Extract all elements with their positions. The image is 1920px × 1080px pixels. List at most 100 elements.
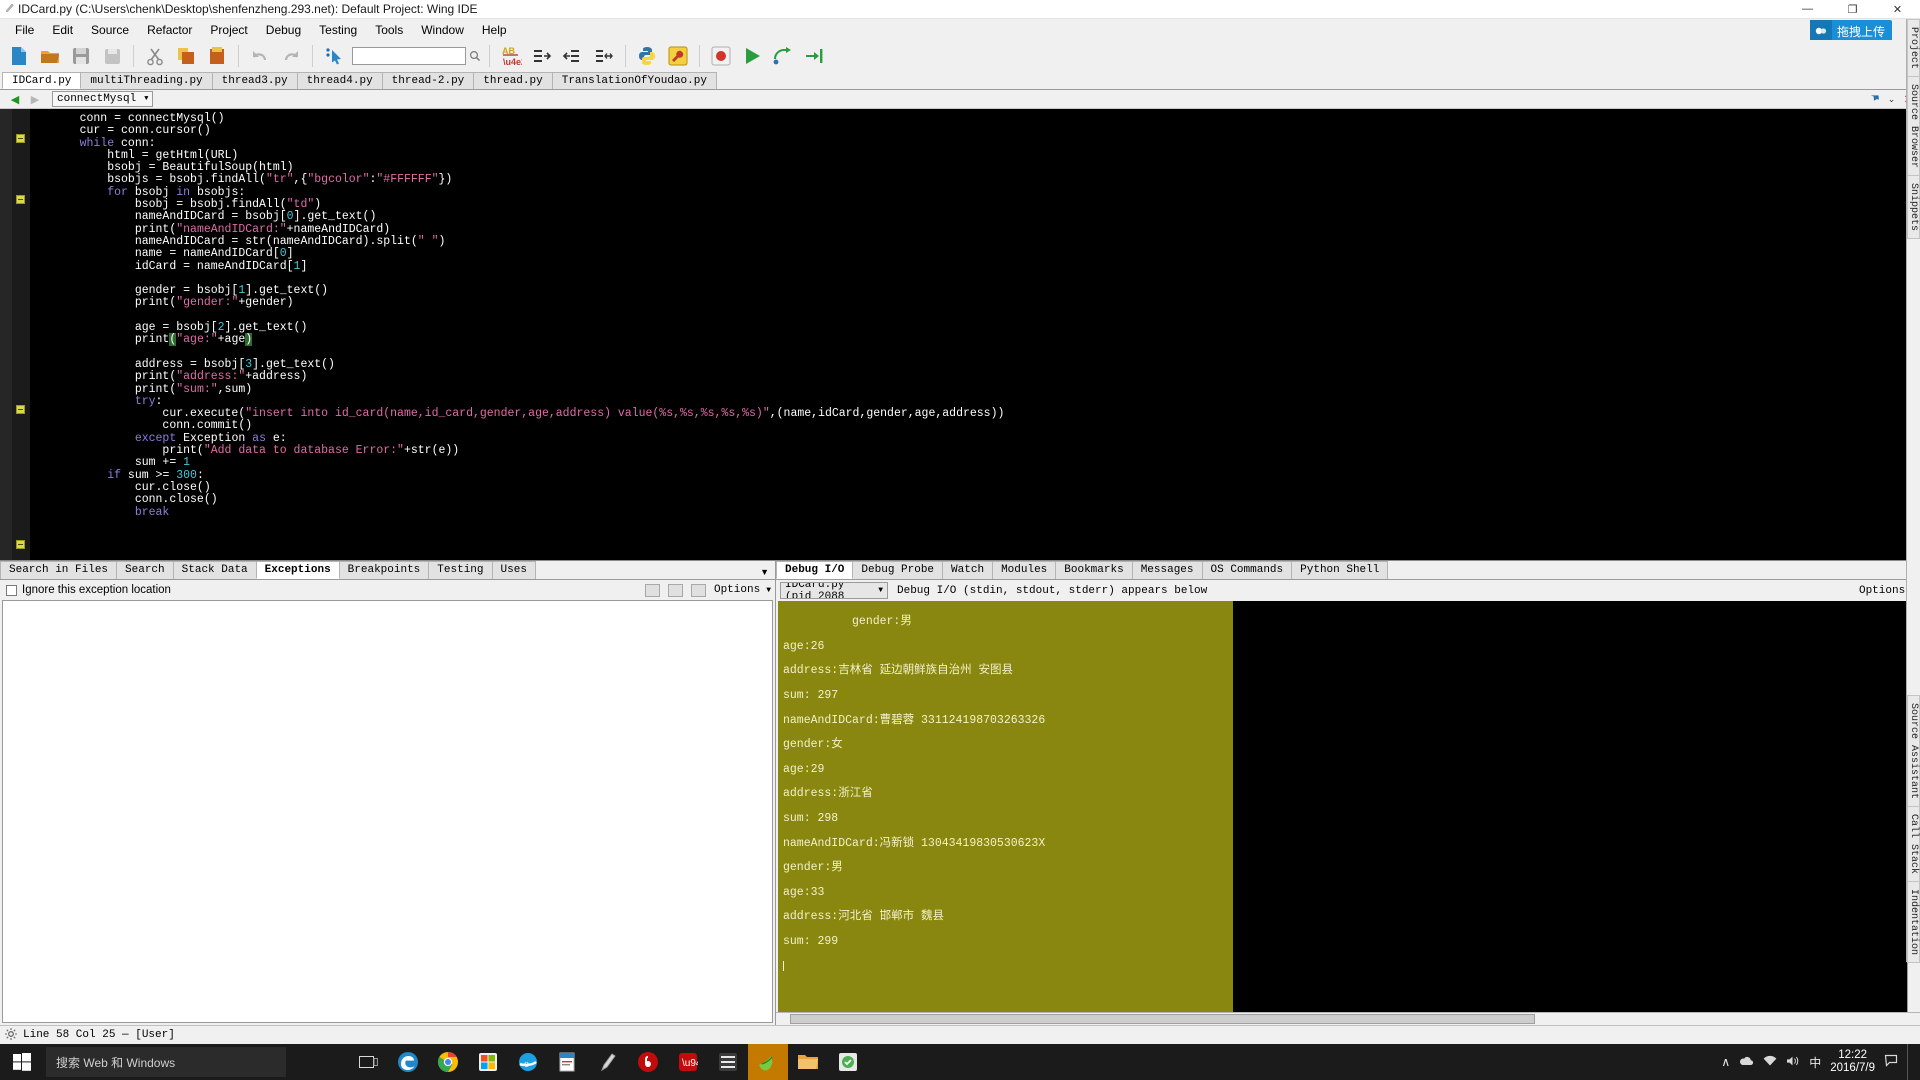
debug-wrench-icon[interactable] bbox=[663, 42, 693, 70]
tab-stack-data[interactable]: Stack Data bbox=[172, 561, 257, 579]
debug-io-output-text[interactable]: gender:男 age:26 address:吉林省 延边朝鲜族自治州 安图县… bbox=[778, 601, 1233, 1012]
close-button[interactable]: ✕ bbox=[1875, 0, 1920, 19]
tab-watch[interactable]: Watch bbox=[942, 561, 994, 579]
tab-messages[interactable]: Messages bbox=[1131, 561, 1203, 579]
maximize-button[interactable]: ❐ bbox=[1830, 0, 1875, 19]
undo-icon[interactable] bbox=[245, 42, 275, 70]
stop-record-icon[interactable] bbox=[706, 42, 736, 70]
debug-io-horizontal-scrollbar[interactable] bbox=[776, 1012, 1920, 1025]
source-code[interactable]: conn = connectMysql() cur = conn.cursor(… bbox=[30, 109, 1907, 519]
chrome-browser-icon[interactable] bbox=[428, 1044, 468, 1080]
vtab-call-stack[interactable]: Call Stack bbox=[1907, 805, 1920, 882]
taskbar-search-input[interactable]: 搜索 Web 和 Windows bbox=[46, 1047, 286, 1077]
wunderlist-icon[interactable] bbox=[708, 1044, 748, 1080]
indent-left-icon[interactable] bbox=[558, 42, 588, 70]
nav-forward-icon[interactable]: ▶ bbox=[25, 93, 45, 106]
fold-marker[interactable] bbox=[16, 405, 25, 414]
pin-icon[interactable] bbox=[1865, 90, 1882, 108]
save-file-icon[interactable] bbox=[66, 42, 96, 70]
wing-ide-icon[interactable] bbox=[748, 1044, 788, 1080]
menu-refactor[interactable]: Refactor bbox=[138, 21, 201, 39]
store-icon[interactable] bbox=[468, 1044, 508, 1080]
replace-ab-icon[interactable]: AB\u4e2d bbox=[496, 42, 526, 70]
debug-io-output[interactable]: gender:男 age:26 address:吉林省 延边朝鲜族自治州 安图县… bbox=[778, 601, 1920, 1012]
vtab-project[interactable]: Project bbox=[1907, 19, 1920, 78]
menu-file[interactable]: File bbox=[6, 21, 43, 39]
fold-marker[interactable] bbox=[16, 540, 25, 549]
fold-marker[interactable] bbox=[16, 134, 25, 143]
toolbar-search-input[interactable] bbox=[352, 47, 466, 65]
file-tab-idcard[interactable]: IDCard.py bbox=[2, 72, 82, 89]
tab-exceptions[interactable]: Exceptions bbox=[255, 561, 340, 579]
left-panel-collapse-icon[interactable]: ▼ bbox=[760, 567, 769, 577]
step-over-icon[interactable] bbox=[768, 42, 798, 70]
new-file-icon[interactable] bbox=[4, 42, 34, 70]
tab-uses[interactable]: Uses bbox=[491, 561, 536, 579]
menu-help[interactable]: Help bbox=[473, 21, 516, 39]
code-scroll-region[interactable]: conn = connectMysql() cur = conn.cursor(… bbox=[30, 109, 1907, 560]
run-play-icon[interactable] bbox=[737, 42, 767, 70]
vtab-snippets[interactable]: Snippets bbox=[1907, 175, 1920, 240]
menu-window[interactable]: Window bbox=[412, 21, 473, 39]
ie-browser-icon[interactable]: e bbox=[508, 1044, 548, 1080]
menu-tools[interactable]: Tools bbox=[366, 21, 412, 39]
search-magnifier-icon[interactable] bbox=[467, 45, 483, 67]
exceptions-options-button[interactable]: Options ▼ bbox=[714, 584, 771, 596]
cut-icon[interactable] bbox=[140, 42, 170, 70]
paste-icon[interactable] bbox=[202, 42, 232, 70]
select-pointer-icon[interactable] bbox=[319, 42, 349, 70]
tab-search-in-files[interactable]: Search in Files bbox=[0, 561, 118, 579]
fold-marker[interactable] bbox=[16, 195, 25, 204]
ignore-exception-checkbox[interactable] bbox=[6, 584, 17, 596]
menu-edit[interactable]: Edit bbox=[43, 21, 82, 39]
network-icon[interactable] bbox=[1763, 1055, 1777, 1070]
pdf-reader-icon[interactable] bbox=[548, 1044, 588, 1080]
tab-modules[interactable]: Modules bbox=[992, 561, 1057, 579]
file-tab-translationofyoudao[interactable]: TranslationOfYoudao.py bbox=[551, 72, 717, 89]
debug-io-hscroll-thumb[interactable] bbox=[790, 1014, 1535, 1024]
tab-python-shell[interactable]: Python Shell bbox=[1291, 561, 1389, 579]
volume-icon[interactable] bbox=[1786, 1055, 1800, 1070]
vtab-source-assistant[interactable]: Source Assistant bbox=[1907, 694, 1920, 807]
vtab-source-browser[interactable]: Source Browser bbox=[1907, 76, 1920, 177]
open-file-icon[interactable] bbox=[35, 42, 65, 70]
tray-expand-chevron-icon[interactable]: ∧ bbox=[1721, 1055, 1730, 1069]
symbol-selector-combo[interactable]: connectMysql ▼ bbox=[52, 91, 154, 107]
notification-icon[interactable] bbox=[1884, 1054, 1898, 1070]
edge-browser-icon[interactable] bbox=[388, 1044, 428, 1080]
python-run-icon[interactable] bbox=[632, 42, 662, 70]
tab-os-commands[interactable]: OS Commands bbox=[1201, 561, 1293, 579]
indent-right-icon[interactable] bbox=[527, 42, 557, 70]
toggle-indent-icon[interactable] bbox=[589, 42, 619, 70]
menu-source[interactable]: Source bbox=[82, 21, 138, 39]
ime-indicator[interactable]: 中 bbox=[1809, 1054, 1821, 1071]
tab-breakpoints[interactable]: Breakpoints bbox=[338, 561, 430, 579]
folder-explorer-icon[interactable] bbox=[788, 1044, 828, 1080]
tab-testing[interactable]: Testing bbox=[428, 561, 493, 579]
file-tab-thread-2[interactable]: thread-2.py bbox=[381, 72, 475, 89]
app-green-icon[interactable] bbox=[828, 1044, 868, 1080]
save-as-icon[interactable] bbox=[97, 42, 127, 70]
file-tab-multithreading[interactable]: multiThreading.py bbox=[80, 72, 213, 89]
layout-split-icon[interactable] bbox=[667, 583, 683, 597]
menu-testing[interactable]: Testing bbox=[310, 21, 366, 39]
tab-debug-probe[interactable]: Debug Probe bbox=[852, 561, 944, 579]
windows-logo-icon[interactable] bbox=[0, 1044, 44, 1080]
chevron-down-icon[interactable]: ⌄ bbox=[1888, 94, 1896, 105]
drag-upload-widget[interactable]: 拖拽上传 bbox=[1809, 20, 1892, 42]
nav-back-icon[interactable]: ◀ bbox=[5, 93, 25, 106]
tab-search[interactable]: Search bbox=[116, 561, 174, 579]
file-tab-thread3[interactable]: thread3.py bbox=[211, 72, 298, 89]
tab-debug-io[interactable]: Debug I/O bbox=[776, 561, 854, 579]
menu-debug[interactable]: Debug bbox=[257, 21, 310, 39]
onedrive-icon[interactable] bbox=[1739, 1055, 1754, 1070]
menu-project[interactable]: Project bbox=[201, 21, 256, 39]
layout-single-icon[interactable] bbox=[644, 583, 660, 597]
redo-icon[interactable] bbox=[276, 42, 306, 70]
minimize-button[interactable]: — bbox=[1785, 0, 1830, 19]
file-tab-thread4[interactable]: thread4.py bbox=[296, 72, 383, 89]
snip-pen-icon[interactable] bbox=[588, 1044, 628, 1080]
tab-bookmarks[interactable]: Bookmarks bbox=[1055, 561, 1133, 579]
process-selector-combo[interactable]: IDCard.py (pid 2088 ▼ bbox=[780, 582, 888, 599]
netease-music-icon[interactable] bbox=[628, 1044, 668, 1080]
